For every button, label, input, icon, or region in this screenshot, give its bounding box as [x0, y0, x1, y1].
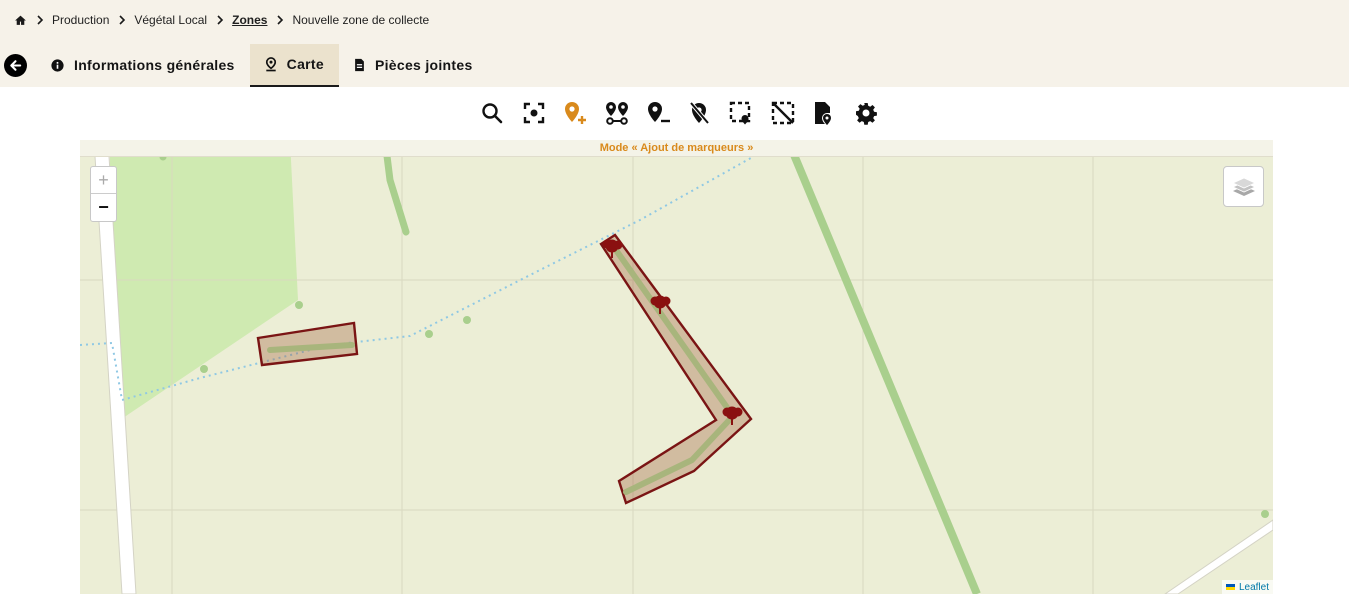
settings-tool[interactable]	[852, 99, 880, 127]
zoom-in-button[interactable]: +	[91, 167, 116, 194]
breadcrumb-item-zones[interactable]: Zones	[232, 13, 267, 27]
layers-icon	[1231, 177, 1256, 196]
chevron-right-icon	[216, 15, 224, 25]
select-area-tool[interactable]	[727, 99, 755, 127]
search-tool[interactable]	[478, 99, 506, 127]
route-markers-tool[interactable]	[603, 99, 631, 127]
add-marker-icon	[565, 102, 586, 124]
tab-label: Carte	[286, 56, 324, 72]
document-icon	[355, 58, 364, 72]
tab-label: Informations générales	[74, 57, 235, 73]
remove-marker-icon	[648, 102, 670, 123]
header-bar: Production Végétal Local Zones Nouvelle …	[0, 0, 1349, 87]
chevron-right-icon	[36, 15, 44, 25]
select-area-icon	[729, 101, 751, 125]
tab-carte[interactable]: Carte	[249, 43, 339, 87]
chevron-right-icon	[276, 15, 284, 25]
remove-marker-tool[interactable]	[644, 99, 672, 127]
breadcrumb-item-current: Nouvelle zone de collecte	[292, 13, 430, 27]
delete-marker-icon	[688, 101, 710, 125]
tab-bar: Informations générales Carte Pièces join…	[0, 43, 488, 87]
export-file-tool[interactable]	[810, 99, 838, 127]
zoom-control: + −	[90, 166, 117, 222]
info-icon	[51, 58, 64, 72]
map-pin-icon	[265, 56, 276, 71]
search-icon	[482, 103, 503, 124]
breadcrumb-item-production[interactable]: Production	[52, 13, 109, 27]
delete-marker-tool[interactable]	[686, 99, 714, 127]
map-toolbar	[478, 99, 893, 127]
zoom-out-button[interactable]: −	[91, 194, 116, 221]
map-attribution[interactable]: Leaflet	[1221, 580, 1273, 594]
settings-icon	[855, 103, 877, 125]
deselect-area-tool[interactable]	[769, 99, 797, 127]
chevron-right-icon	[118, 15, 126, 25]
home-icon[interactable]	[14, 14, 27, 27]
attribution-link[interactable]: Leaflet	[1239, 582, 1269, 593]
deselect-area-icon	[771, 101, 794, 125]
tab-pieces-jointes[interactable]: Pièces jointes	[339, 44, 488, 87]
export-file-icon	[815, 102, 831, 125]
back-button[interactable]	[4, 53, 27, 77]
map-canvas[interactable]	[80, 140, 1273, 594]
breadcrumb-item-vegetal-local[interactable]: Végétal Local	[134, 13, 207, 27]
add-marker-tool[interactable]	[561, 99, 589, 127]
breadcrumb: Production Végétal Local Zones Nouvelle …	[14, 12, 429, 28]
center-tool[interactable]	[520, 99, 548, 127]
tab-informations-generales[interactable]: Informations générales	[51, 44, 250, 87]
arrow-left-icon	[10, 59, 22, 71]
tab-label: Pièces jointes	[374, 57, 473, 73]
route-markers-icon	[605, 102, 628, 125]
focus-center-icon	[523, 102, 544, 124]
layers-button[interactable]	[1223, 166, 1264, 207]
ukraine-flag-icon	[1225, 584, 1235, 590]
map-view[interactable]: Mode « Ajout de marqueurs » + − Leaflet	[80, 140, 1273, 594]
map-mode-banner: Mode « Ajout de marqueurs »	[80, 140, 1273, 157]
